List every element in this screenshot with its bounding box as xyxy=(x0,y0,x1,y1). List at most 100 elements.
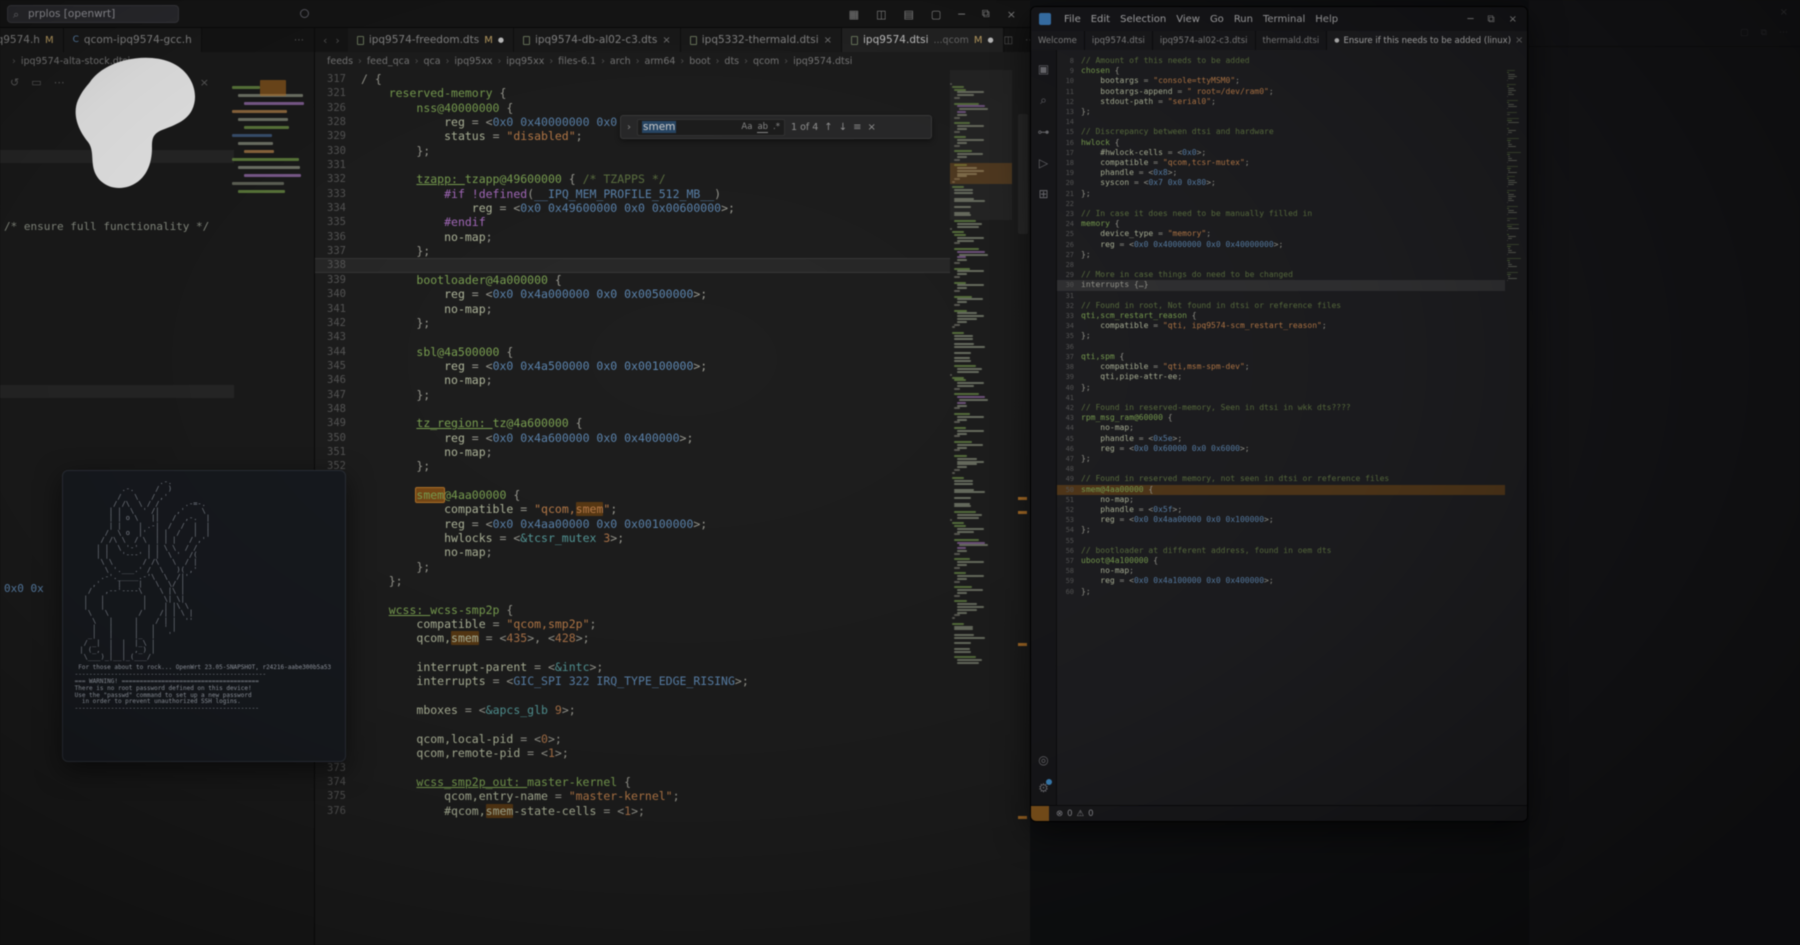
layout-split-icon[interactable]: ◫ xyxy=(876,8,886,21)
tab-overflow-icon[interactable]: ⋯ xyxy=(294,35,304,46)
code-line: 355 compatible = "qcom,smem"; xyxy=(315,502,950,516)
menu-terminal[interactable]: Terminal xyxy=(1258,14,1310,25)
breadcrumb-item[interactable]: files-6.1 xyxy=(558,56,596,67)
code-area[interactable]: 317/ {321 reserved-memory {326 nss@40000… xyxy=(315,72,950,818)
breadcrumb-item[interactable]: boot xyxy=(689,56,710,67)
account-icon[interactable]: ◎ xyxy=(1038,753,1048,767)
search-icon[interactable]: ⌕ xyxy=(1040,93,1047,108)
tab-ipq9574-al02-c3.dtsi[interactable]: ipq9574-al02-c3.dtsi xyxy=(1153,31,1256,50)
tab-qcom-ipq9574-gcc.h[interactable]: Cqcom-ipq9574-gcc.h xyxy=(64,28,202,52)
whole-word-icon[interactable]: ab xyxy=(757,122,768,133)
minimize-icon[interactable]: ─ xyxy=(1467,14,1473,25)
find-in-selection-icon[interactable]: ≡ xyxy=(853,122,861,133)
line-number: 332 xyxy=(315,172,361,186)
tab-ipq9574-db-al02-c3.dts[interactable]: ipq9574-db-al02-c3.dts× xyxy=(514,28,681,52)
minimize-icon[interactable]: ─ xyxy=(958,8,965,21)
code-line: 49// Found in reserved memory, not seen … xyxy=(1057,474,1505,484)
match-case-icon[interactable]: Aa xyxy=(741,122,752,133)
tab-ipq9574.dtsi[interactable]: ipq9574.dtsi...qcomM● xyxy=(842,28,1004,52)
run-icon[interactable]: ▷ xyxy=(1039,156,1048,170)
line-number: 376 xyxy=(315,804,361,818)
tab-ipq9574-freedom.dts[interactable]: ipq9574-freedom.dtsM● xyxy=(348,28,514,52)
breadcrumb-item[interactable]: ipq9574.dtsi xyxy=(793,56,852,67)
menu-edit[interactable]: Edit xyxy=(1086,14,1115,25)
remote-indicator[interactable] xyxy=(1031,806,1049,821)
close-icon[interactable]: × xyxy=(1780,7,1788,18)
nav-chevron-icon[interactable]: › xyxy=(335,34,339,47)
toolbar-icon[interactable]: ▭ xyxy=(31,76,41,89)
breadcrumb-item[interactable]: feeds xyxy=(327,56,353,67)
tab-Ensure if this needs to be added (linux)[interactable]: ●Ensure if this needs to be added (linux… xyxy=(1327,31,1528,50)
find-input[interactable]: smem Aa ab .* xyxy=(637,119,785,136)
find-next-icon[interactable]: ↓ xyxy=(839,122,847,133)
menu-run[interactable]: Run xyxy=(1229,14,1258,25)
extensions-icon[interactable]: ⊞ xyxy=(1038,187,1048,201)
close-icon[interactable]: × xyxy=(1007,8,1016,21)
menu-help[interactable]: Help xyxy=(1310,14,1343,25)
breadcrumb-item[interactable]: dts xyxy=(724,56,739,67)
close-icon[interactable]: × xyxy=(824,35,832,46)
window-search-box[interactable]: ⌕ prplos [openwrt] xyxy=(7,5,179,23)
terminal-window[interactable]: .-. .-. / ) / \ / ,' / /\ \ / / .-=-. | … xyxy=(62,470,346,762)
editor-action-icon[interactable]: ◫ xyxy=(1004,35,1013,46)
layout-grid-icon[interactable]: ▦ xyxy=(849,8,859,21)
close-icon[interactable]: × xyxy=(1515,35,1523,46)
restore-icon[interactable]: ⧉ xyxy=(982,7,990,21)
toolbar-icon[interactable]: × xyxy=(200,76,209,89)
front-code-editor[interactable]: 8// Amount of this needs to be added9cho… xyxy=(1057,50,1505,805)
layout-panel-icon[interactable]: ▤ xyxy=(903,8,913,21)
breadcrumb[interactable]: feeds›feed_qca›qca›ipq95xx›ipq95xx›files… xyxy=(315,52,1030,70)
find-expand-icon[interactable]: › xyxy=(627,122,631,133)
tab-ipq9574.h[interactable]: ipq9574.hM xyxy=(0,28,64,52)
code-line: 27}; xyxy=(1057,250,1505,260)
references-icon[interactable]: ⊶ xyxy=(1038,125,1050,139)
menu-selection[interactable]: Selection xyxy=(1115,14,1171,25)
scrollbar[interactable] xyxy=(1018,114,1028,234)
menu-go[interactable]: Go xyxy=(1205,14,1229,25)
center-tab-bar: ‹› ipq9574-freedom.dtsM●ipq9574-db-al02-… xyxy=(315,28,1030,52)
explorer-icon[interactable]: ▣ xyxy=(1038,62,1049,76)
line-number: 59 xyxy=(1057,576,1081,586)
menu-file[interactable]: File xyxy=(1059,14,1086,25)
toolbar-icon[interactable]: ↺ xyxy=(10,76,19,89)
close-icon[interactable]: × xyxy=(662,35,670,46)
code-line: 375 qcom,entry-name = "master-kernel"; xyxy=(315,789,950,803)
breadcrumb-item[interactable]: arch xyxy=(610,56,631,67)
breadcrumb-item[interactable]: arm64 xyxy=(645,56,676,67)
code-editor[interactable]: 317/ {321 reserved-memory {326 nss@40000… xyxy=(315,70,1030,945)
back-title-bar: ⌕ prplos [openwrt] ▦ ◫ ▤ ▢ ─ ⧉ × xyxy=(0,0,1030,28)
left-minimap[interactable] xyxy=(232,86,310,198)
layout-icon[interactable]: ▢ xyxy=(931,8,941,21)
code-line: 360 }; xyxy=(315,574,950,588)
front-window-controls[interactable]: ─ ⧉ × xyxy=(1467,14,1519,25)
tab-nav-icons[interactable]: ‹› xyxy=(315,28,348,52)
find-prev-icon[interactable]: ↑ xyxy=(824,122,832,133)
front-minimap[interactable] xyxy=(1507,56,1525,805)
nav-chevron-icon[interactable]: ‹ xyxy=(323,34,327,47)
breadcrumb-item[interactable]: ipq95xx xyxy=(506,56,544,67)
code-line: 345 reg = <0x0 0x4a500000 0x0 0x00100000… xyxy=(315,359,950,373)
menu-view[interactable]: View xyxy=(1171,14,1205,25)
breadcrumb-item[interactable]: qcom xyxy=(753,56,779,67)
regex-icon[interactable]: .* xyxy=(773,122,780,133)
find-close-icon[interactable]: × xyxy=(867,122,875,133)
close-icon[interactable]: × xyxy=(1509,14,1517,25)
back-window-controls[interactable]: ▦ ◫ ▤ ▢ ─ ⧉ × xyxy=(849,0,1016,28)
breadcrumb-item[interactable]: qca xyxy=(424,56,441,67)
breadcrumb-item[interactable]: ipq95xx xyxy=(454,56,492,67)
minimap[interactable] xyxy=(950,70,1012,945)
breadcrumb-item[interactable]: feed_qca xyxy=(367,56,410,67)
tab-ipq9574.dtsi[interactable]: ipq9574.dtsi xyxy=(1085,31,1153,50)
tab-label: qcom-ipq9574-gcc.h xyxy=(84,34,192,46)
tab-Welcome[interactable]: Welcome xyxy=(1031,31,1085,50)
front-code-area[interactable]: 8// Amount of this needs to be added9cho… xyxy=(1057,56,1505,597)
code-line: 348 xyxy=(315,402,950,416)
code-line: 60}; xyxy=(1057,587,1505,597)
tab-thermald.dtsi[interactable]: thermald.dtsi xyxy=(1256,31,1328,50)
problems-indicator[interactable]: ⊗ 0 ⚠ 0 xyxy=(1049,809,1094,819)
gear-icon[interactable]: ⚙ xyxy=(1038,781,1049,795)
restore-icon[interactable]: ⧉ xyxy=(1487,14,1494,25)
line-number: 331 xyxy=(315,158,361,172)
line-number: 31 xyxy=(1057,291,1081,301)
tab-ipq5332-thermald.dtsi[interactable]: ipq5332-thermald.dtsi× xyxy=(681,28,842,52)
